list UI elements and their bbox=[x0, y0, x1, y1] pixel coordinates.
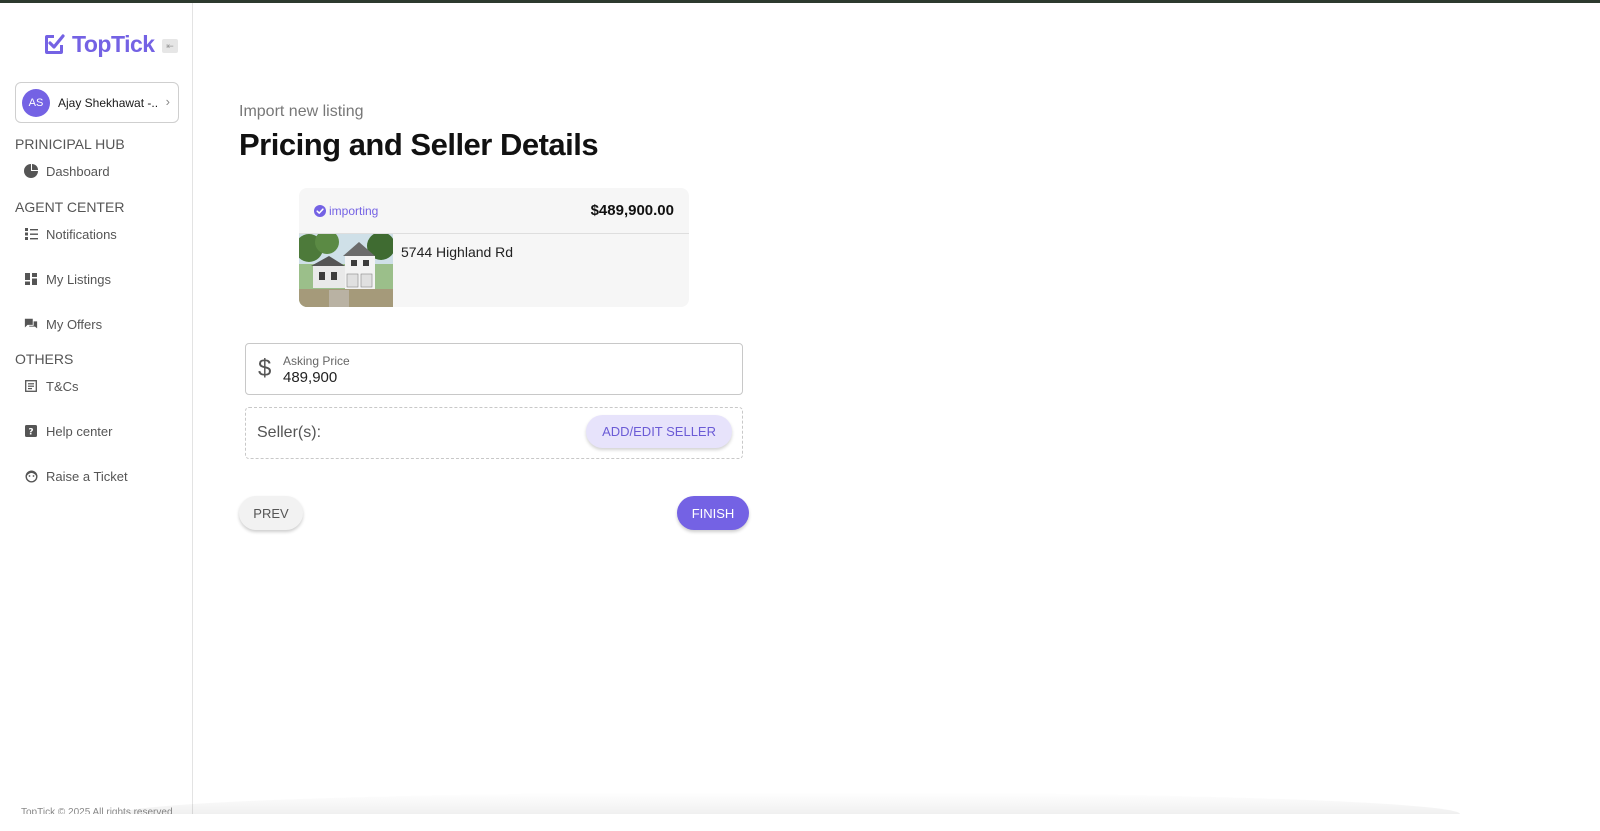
window-bottom-strip bbox=[0, 814, 1600, 831]
dashboard-grid-icon bbox=[24, 272, 38, 286]
sidebar-item-label: My Offers bbox=[46, 316, 103, 332]
main-content: Import new listing Pricing and Seller De… bbox=[194, 3, 1600, 814]
listing-card-header: importing $489,900.00 bbox=[299, 188, 689, 234]
sidebar-item-label: Dashboard bbox=[46, 163, 110, 179]
sellers-label: Seller(s): bbox=[257, 424, 322, 441]
section-title-agent-center: AGENT CENTER bbox=[15, 199, 125, 215]
help-icon: ? bbox=[24, 424, 38, 438]
listing-price: $489,900.00 bbox=[590, 202, 674, 219]
prev-button[interactable]: PREV bbox=[239, 496, 303, 530]
sidebar-item-label: My Listings bbox=[46, 271, 112, 287]
sidebar: TopTick ⇤ AS Ajay Shekhawat -... › PRINI… bbox=[0, 3, 193, 818]
sidebar-item-label: Raise a Ticket bbox=[46, 468, 128, 484]
add-edit-seller-button[interactable]: ADD/EDIT SELLER bbox=[586, 415, 732, 448]
avatar: AS bbox=[22, 88, 50, 117]
user-name: Ajay Shekhawat -... bbox=[58, 95, 158, 110]
app-logo[interactable]: TopTick bbox=[42, 31, 155, 58]
finish-button[interactable]: FINISH bbox=[677, 496, 749, 530]
sidebar-item-my-offers[interactable]: My Offers bbox=[24, 314, 102, 334]
sidebar-item-tcs[interactable]: T&Cs bbox=[24, 376, 79, 396]
status-badge: importing bbox=[314, 204, 378, 218]
svg-text:?: ? bbox=[28, 428, 33, 438]
asking-price-field[interactable]: $ Asking Price bbox=[245, 343, 743, 395]
offers-chat-icon bbox=[24, 317, 38, 331]
section-title-others: OTHERS bbox=[15, 351, 74, 367]
logo-text: TopTick bbox=[72, 31, 155, 57]
sidebar-item-notifications[interactable]: Notifications bbox=[24, 224, 117, 244]
document-icon bbox=[24, 379, 38, 393]
sidebar-item-raise-a-ticket[interactable]: Raise a Ticket bbox=[24, 466, 128, 486]
sidebar-item-label: T&Cs bbox=[46, 378, 79, 394]
user-account-button[interactable]: AS Ajay Shekhawat -... › bbox=[15, 82, 179, 123]
dollar-sign-icon: $ bbox=[258, 355, 272, 382]
check-circle-icon bbox=[314, 204, 326, 217]
toptick-logo-icon bbox=[45, 33, 65, 54]
collapse-sidebar-icon[interactable]: ⇤ bbox=[162, 39, 178, 53]
status-text: importing bbox=[329, 203, 379, 218]
sidebar-item-my-listings[interactable]: My Listings bbox=[24, 269, 111, 289]
listing-card-body: 5744 Highland Rd bbox=[299, 234, 689, 307]
list-icon bbox=[24, 227, 38, 241]
listing-address: 5744 Highland Rd bbox=[401, 244, 514, 260]
listing-thumbnail bbox=[299, 234, 393, 307]
sidebar-item-dashboard[interactable]: Dashboard bbox=[24, 161, 110, 181]
sidebar-item-label: Help center bbox=[46, 423, 113, 439]
pie-chart-icon bbox=[24, 164, 38, 178]
listing-card: importing $489,900.00 5744 Highland Rd bbox=[299, 188, 689, 307]
breadcrumb: Import new listing bbox=[239, 103, 364, 120]
sidebar-item-label: Notifications bbox=[46, 226, 117, 242]
section-title-principal-hub: PRINICIPAL HUB bbox=[15, 136, 125, 152]
sidebar-item-help-center[interactable]: ? Help center bbox=[24, 421, 112, 441]
support-icon bbox=[24, 469, 38, 483]
asking-price-input[interactable] bbox=[283, 369, 683, 386]
chevron-right-icon: › bbox=[165, 94, 170, 109]
page-title: Pricing and Seller Details bbox=[239, 127, 599, 162]
sellers-box: Seller(s): ADD/EDIT SELLER bbox=[245, 407, 743, 459]
asking-price-label: Asking Price bbox=[283, 354, 350, 368]
